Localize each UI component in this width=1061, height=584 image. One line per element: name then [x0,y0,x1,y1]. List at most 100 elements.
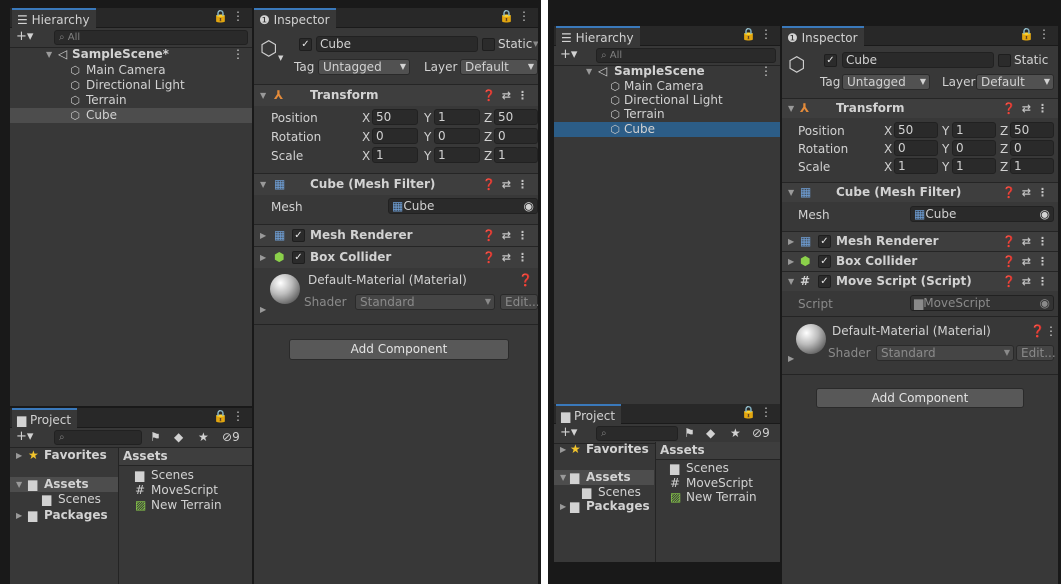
tab-project[interactable]: ▆ Project [556,404,622,425]
hidden-packages-icon[interactable]: ⊘9 [222,430,240,444]
object-name-field[interactable]: Cube [316,36,478,52]
layer-dropdown[interactable]: Default ▼ [460,59,538,75]
panel-menu-icon[interactable]: 🔒⋮ [741,27,776,41]
rotation-x-field[interactable]: 0 [894,140,938,156]
mesh-renderer-header[interactable]: ▶ ▦ ✓ Mesh Renderer ❓⇄⋮ [782,231,1058,251]
component-tools-icon[interactable]: ❓⇄⋮ [1002,232,1054,251]
position-z-field[interactable]: 50 [494,109,538,125]
mesh-filter-header[interactable]: ▼ ▦ Cube (Mesh Filter) ❓⇄⋮ [782,182,1058,202]
static-checkbox[interactable] [998,54,1011,67]
tree-item-assets[interactable]: ▼ ▆ Assets [10,477,118,492]
hierarchy-item[interactable]: ⬡ Main Camera [10,63,252,78]
label-icon[interactable]: ◆ [174,430,183,444]
add-button[interactable]: +▾ [16,29,33,44]
component-tools-icon[interactable]: ❓⇄⋮ [1002,183,1054,202]
transform-header[interactable]: ▼ ⅄ Transform ❓⇄⋮ [254,84,538,106]
shader-dropdown[interactable]: Standard ▼ [876,345,1014,361]
asset-item[interactable]: # MoveScript [119,483,252,498]
collapsed-arrow-icon[interactable]: ▶ [788,354,794,363]
component-tools-icon[interactable]: ❓⇄⋮ [1002,252,1054,271]
star-icon[interactable]: ★ [730,426,741,440]
scene-row[interactable]: ▼ ◁ SampleScene* ⋮ [10,47,252,62]
mesh-object-field[interactable]: ▦Cube ◉ [388,198,538,214]
hierarchy-search-input[interactable]: ⌕ All [54,30,248,45]
panel-menu-icon[interactable]: 🔒⋮ [499,9,534,23]
static-checkbox[interactable] [482,38,495,51]
tree-item-assets[interactable]: ▼ ▆ Assets [554,470,654,485]
object-picker-icon[interactable]: ◉ [524,199,534,213]
panel-menu-icon[interactable]: 🔒⋮ [213,409,248,423]
hierarchy-item-selected[interactable]: ⬡ Cube [10,108,252,123]
edit-shader-button[interactable]: Edit... [1016,345,1056,361]
hierarchy-item[interactable]: ⬡ Terrain [554,107,780,122]
rotation-z-field[interactable]: 0 [1010,140,1054,156]
scene-menu-icon[interactable]: ⋮ [232,47,244,62]
position-y-field[interactable]: 1 [434,109,480,125]
scale-z-field[interactable]: 1 [494,147,538,163]
tree-item-scenes[interactable]: ▆ Scenes [10,492,118,507]
project-search-input[interactable]: ⌕ [596,426,678,441]
asset-item[interactable]: ▨ New Terrain [119,498,252,513]
object-name-field[interactable]: Cube [842,52,994,68]
asset-item[interactable]: ▆ Scenes [656,461,780,476]
label-icon[interactable]: ◆ [706,426,715,440]
asset-item[interactable]: ▨ New Terrain [656,490,780,505]
position-z-field[interactable]: 50 [1010,122,1054,138]
static-dropdown-icon[interactable]: ▼ [533,40,538,48]
position-x-field[interactable]: 50 [372,109,418,125]
hierarchy-item-selected[interactable]: ⬡ Cube [554,122,780,137]
asset-item[interactable]: ▆ Scenes [119,468,252,483]
component-tools-icon[interactable]: ❓⇄⋮ [482,247,534,268]
position-x-field[interactable]: 50 [894,122,938,138]
scene-menu-icon[interactable]: ⋮ [760,64,772,79]
help-icon[interactable]: ❓⋮ [1030,324,1057,338]
add-component-button[interactable]: Add Component [289,339,509,360]
hierarchy-item[interactable]: ⬡ Main Camera [554,79,780,94]
tree-item-scenes[interactable]: ▆ Scenes [554,485,654,500]
layer-dropdown[interactable]: Default ▼ [976,74,1054,90]
component-tools-icon[interactable]: ❓⇄⋮ [482,225,534,246]
filter-type-icon[interactable]: ⚑ [684,426,695,440]
scale-x-field[interactable]: 1 [372,147,418,163]
filter-type-icon[interactable]: ⚑ [150,430,161,444]
mesh-filter-header[interactable]: ▼ ▦ Cube (Mesh Filter) ❓⇄⋮ [254,173,538,195]
panel-menu-icon[interactable]: 🔒⋮ [1019,27,1054,41]
tab-hierarchy[interactable]: ☰ Hierarchy [12,8,96,29]
panel-menu-icon[interactable]: 🔒⋮ [741,405,776,419]
hierarchy-item[interactable]: ⬡ Directional Light [10,78,252,93]
active-checkbox[interactable]: ✓ [824,54,837,67]
mesh-renderer-header[interactable]: ▶ ▦ ✓ Mesh Renderer ❓⇄⋮ [254,224,538,246]
rotation-x-field[interactable]: 0 [372,128,418,144]
tree-item-packages[interactable]: ▶ ▆ Packages [554,499,654,514]
hierarchy-search-input[interactable]: ⌕ All [596,48,776,63]
rotation-y-field[interactable]: 0 [434,128,480,144]
active-checkbox[interactable]: ✓ [299,38,312,51]
scale-y-field[interactable]: 1 [952,158,996,174]
rotation-y-field[interactable]: 0 [952,140,996,156]
scale-y-field[interactable]: 1 [434,147,480,163]
component-enabled-checkbox[interactable]: ✓ [292,229,305,242]
static-label[interactable]: Static [498,37,532,51]
tab-inspector[interactable]: ❶ Inspector [254,8,336,29]
panel-menu-icon[interactable]: 🔒⋮ [213,9,248,23]
component-enabled-checkbox[interactable]: ✓ [818,235,831,248]
tab-inspector[interactable]: ❶ Inspector [782,26,864,47]
transform-header[interactable]: ▼ ⅄ Transform ❓⇄⋮ [782,98,1058,118]
component-tools-icon[interactable]: ❓⇄⋮ [482,85,534,106]
component-tools-icon[interactable]: ❓⇄⋮ [1002,99,1054,118]
star-icon[interactable]: ★ [198,430,209,444]
add-component-button[interactable]: Add Component [816,388,1024,408]
rotation-z-field[interactable]: 0 [494,128,538,144]
shader-dropdown[interactable]: Standard ▼ [355,294,495,310]
component-enabled-checkbox[interactable]: ✓ [818,255,831,268]
scale-x-field[interactable]: 1 [894,158,938,174]
scene-row[interactable]: ▼ ◁ SampleScene ⋮ [554,64,780,79]
object-picker-icon[interactable]: ◉ [1040,207,1050,221]
component-enabled-checkbox[interactable]: ✓ [818,275,831,288]
mesh-object-field[interactable]: ▦Cube ◉ [910,206,1054,222]
add-button[interactable]: +▾ [560,425,577,440]
scale-z-field[interactable]: 1 [1010,158,1054,174]
help-icon[interactable]: ❓ [518,273,533,287]
project-search-input[interactable]: ⌕ [54,430,142,445]
move-script-header[interactable]: ▼ # ✓ Move Script (Script) ❓⇄⋮ [782,271,1058,291]
